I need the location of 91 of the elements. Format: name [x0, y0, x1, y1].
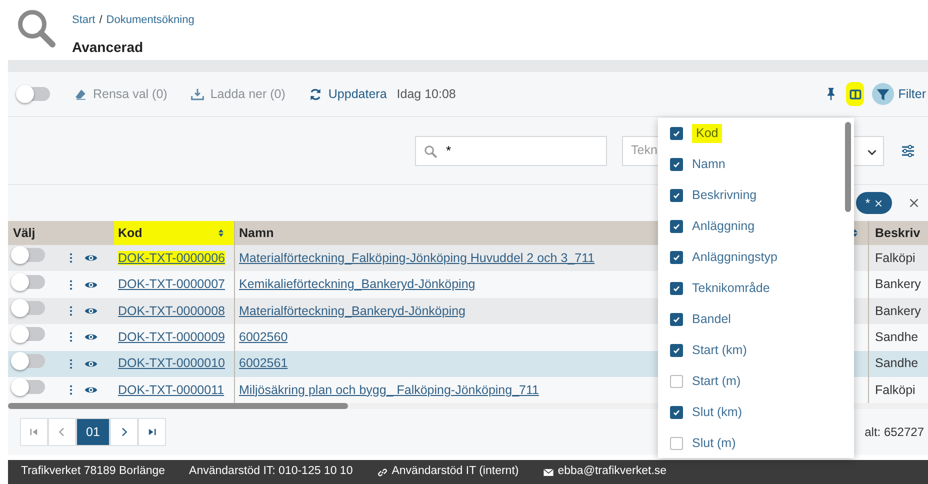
last-page-button[interactable] — [138, 418, 166, 446]
table-cell-text: Bankery — [875, 276, 921, 294]
table-cell-text: Falköpi — [875, 382, 916, 399]
table-cell-text: Falköpi — [875, 250, 916, 267]
clear-filters-button[interactable] — [908, 197, 920, 209]
columns-icon — [848, 88, 862, 100]
scrollbar-thumb[interactable] — [845, 122, 851, 212]
download-icon — [191, 88, 204, 100]
check-icon — [672, 408, 681, 417]
refresh-icon — [309, 88, 322, 100]
check-icon — [672, 160, 681, 169]
filter-button[interactable]: Filter — [872, 83, 926, 105]
page-button[interactable]: 01 — [76, 418, 110, 446]
check-icon — [672, 253, 681, 262]
total-count: alt: 652727 — [864, 424, 924, 442]
eraser-icon — [74, 88, 87, 100]
checkbox[interactable] — [670, 220, 683, 233]
filter-chip[interactable]: * — [856, 192, 892, 214]
close-icon — [908, 197, 920, 209]
row-toggle[interactable] — [13, 354, 45, 368]
close-icon — [874, 198, 883, 208]
column-option[interactable]: Anläggning — [658, 211, 843, 242]
document-name-link[interactable]: Miljösäkring plan och bygg_ Falköping-Jönköping_711 — [239, 380, 539, 400]
checkbox[interactable] — [670, 375, 683, 388]
column-option[interactable]: Kod — [658, 118, 843, 149]
last-page-icon — [147, 427, 157, 438]
first-page-icon — [29, 427, 39, 438]
document-code-link[interactable]: DOK-TXT-0000006 — [118, 250, 225, 265]
search-field[interactable]: * — [415, 136, 607, 166]
check-icon — [672, 129, 681, 138]
check-icon — [672, 191, 681, 200]
table-cell-text: Bankery — [875, 302, 921, 320]
column-option[interactable]: Anläggningstyp — [658, 242, 843, 273]
scrollbar-thumb[interactable] — [8, 403, 348, 410]
checkbox[interactable] — [670, 437, 683, 450]
table-cell-text: Sandhe — [875, 355, 918, 372]
email-link[interactable]: ebba@trafikverket.se — [542, 463, 667, 481]
updated-time: Idag 10:08 — [396, 86, 456, 103]
checkbox[interactable] — [670, 127, 683, 140]
document-name-link[interactable]: 6002561 — [239, 354, 288, 374]
document-code-link[interactable]: DOK-TXT-0000011 — [118, 382, 224, 397]
check-icon — [672, 222, 681, 231]
checkbox[interactable] — [670, 158, 683, 171]
document-code-link[interactable]: DOK-TXT-0000010 — [118, 356, 225, 370]
check-icon — [672, 315, 681, 324]
column-header[interactable]: Kod — [114, 221, 234, 245]
link-icon — [376, 466, 388, 478]
column-header[interactable]: Namn — [239, 224, 274, 242]
column-option[interactable]: Namn — [658, 149, 843, 180]
row-toggle[interactable] — [13, 274, 45, 289]
column-header: Välj — [13, 226, 36, 240]
document-code-link[interactable]: DOK-TXT-0000009 — [118, 330, 225, 344]
search-icon — [424, 144, 437, 158]
footer-text: Trafikverket 78189 Borlänge — [21, 464, 166, 480]
column-header: Beskriv — [875, 224, 920, 242]
support-link[interactable]: Användarstöd IT (internt) — [376, 463, 519, 481]
row-toggle[interactable] — [13, 327, 45, 342]
document-name-link[interactable]: Materialförteckning_Falköping-Jönköping Huvuddel 2 och 3_711 — [239, 248, 595, 268]
document-code-link[interactable]: DOK-TXT-0000008 — [118, 304, 225, 318]
checkbox[interactable] — [670, 251, 683, 264]
column-option[interactable]: Slut (m) — [658, 428, 843, 459]
funnel-icon — [872, 83, 894, 105]
breadcrumb-link[interactable]: Dokumentsökning — [106, 12, 194, 28]
checkbox[interactable] — [670, 189, 683, 202]
envelope-icon — [542, 466, 554, 478]
checkbox[interactable] — [670, 313, 683, 326]
row-toggle[interactable] — [13, 380, 45, 394]
checkbox[interactable] — [670, 406, 683, 419]
breadcrumb-link[interactable]: Start — [72, 12, 96, 28]
document-name-link[interactable]: 6002560 — [239, 328, 288, 347]
document-name-link[interactable]: Kemikalieförteckning_Bankeryd-Jönköping — [239, 275, 476, 294]
page-title: Avancerad — [72, 38, 144, 56]
search-icon — [16, 8, 56, 48]
row-toggle[interactable] — [13, 248, 45, 262]
refresh-button[interactable]: Uppdatera — [309, 84, 387, 104]
columns-button[interactable] — [846, 82, 864, 106]
checkbox[interactable] — [670, 344, 683, 357]
check-icon — [672, 284, 681, 293]
document-name-link[interactable]: Materialförteckning_Bankeryd-Jönköping — [239, 302, 466, 320]
select-all-toggle[interactable] — [18, 87, 50, 101]
footer-text: Användarstöd IT: 010-125 10 10 — [189, 464, 353, 480]
column-option[interactable]: Beskrivning — [658, 180, 843, 211]
check-icon — [672, 346, 681, 355]
sort-icon — [216, 228, 226, 238]
checkbox[interactable] — [670, 282, 683, 295]
table-cell-text: Sandhe — [875, 328, 918, 346]
settings-icon[interactable] — [900, 142, 916, 158]
row-toggle[interactable] — [13, 301, 45, 316]
breadcrumb-separator: / — [99, 13, 102, 28]
document-code-link[interactable]: DOK-TXT-0000007 — [118, 277, 225, 292]
first-page-button[interactable] — [20, 418, 48, 446]
